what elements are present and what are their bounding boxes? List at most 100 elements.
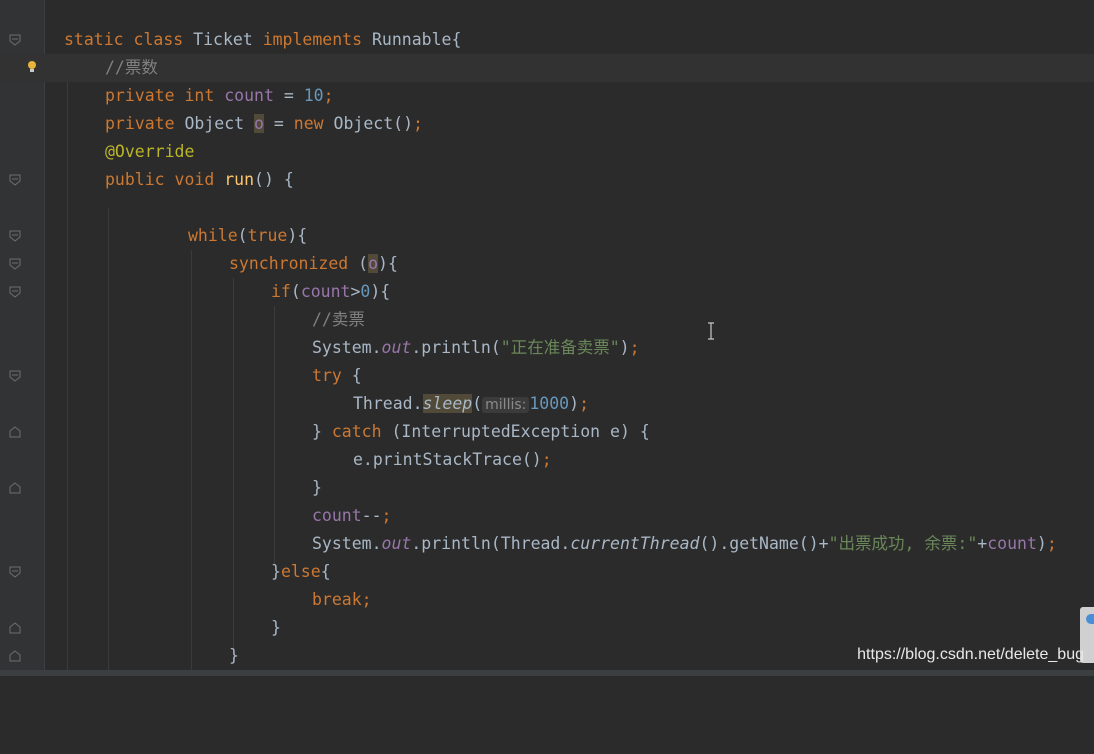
- keyword: else: [280, 562, 321, 581]
- code-line[interactable]: public void run() {: [0, 166, 1094, 194]
- comment: //票数: [105, 58, 158, 77]
- code-line[interactable]: try {: [0, 362, 1094, 390]
- punctuation: (: [237, 226, 248, 245]
- operator: >: [350, 282, 361, 301]
- code-line[interactable]: private int count = 10;: [0, 82, 1094, 110]
- fold-expand-icon[interactable]: [9, 622, 21, 634]
- punctuation: {: [320, 562, 331, 581]
- code-line[interactable]: synchronized (o){: [0, 250, 1094, 278]
- punctuation: }: [271, 562, 281, 581]
- keyword: static class: [64, 30, 194, 49]
- method-call: e.printStackTrace(): [353, 450, 542, 469]
- method-call: ().getName()+: [699, 534, 829, 553]
- field-name: count: [987, 534, 1037, 553]
- punctuation: ): [569, 394, 580, 413]
- constructor-call: Object(): [333, 114, 414, 133]
- method-name: run: [224, 170, 255, 189]
- closing-brace: }: [271, 618, 281, 637]
- keyword: break: [312, 590, 362, 609]
- comment: //卖票: [312, 310, 365, 329]
- keyword: true: [247, 226, 288, 245]
- semicolon: ;: [629, 338, 640, 357]
- code-line[interactable]: @Override: [0, 138, 1094, 166]
- operator: --: [361, 506, 382, 525]
- keyword: private: [105, 114, 185, 133]
- fold-collapse-icon[interactable]: [9, 370, 21, 382]
- fold-collapse-icon[interactable]: [9, 258, 21, 270]
- operator: +: [977, 534, 988, 553]
- field-name: count: [312, 506, 362, 525]
- punctuation: ): [619, 338, 630, 357]
- bottom-scrollbar[interactable]: [0, 670, 1094, 676]
- class-ref: System.: [312, 338, 382, 357]
- punctuation: (: [472, 394, 483, 413]
- operator: =: [263, 114, 294, 133]
- closing-brace: }: [229, 646, 239, 665]
- semicolon: ;: [413, 114, 423, 133]
- code-line[interactable]: //卖票: [0, 306, 1094, 334]
- fold-expand-icon[interactable]: [9, 482, 21, 494]
- code-line-current[interactable]: //票数: [0, 54, 1094, 82]
- code-line[interactable]: while(true){: [0, 222, 1094, 250]
- punctuation: () {: [254, 170, 294, 189]
- operator: =: [273, 86, 304, 105]
- code-line[interactable]: e.printStackTrace();: [0, 446, 1094, 474]
- punctuation: ): [1036, 534, 1047, 553]
- punctuation: }: [312, 422, 332, 441]
- semicolon: ;: [361, 590, 372, 609]
- keyword: try: [312, 366, 342, 385]
- class-name: Ticket: [193, 30, 263, 49]
- string-literal: "出票成功, 余票:": [828, 534, 978, 553]
- method-call: .println(: [411, 338, 501, 357]
- string-literal: "正在准备卖票": [500, 338, 620, 357]
- code-line[interactable]: break;: [0, 586, 1094, 614]
- fold-collapse-icon[interactable]: [9, 174, 21, 186]
- punctuation: ){: [287, 226, 308, 245]
- fold-expand-icon[interactable]: [9, 426, 21, 438]
- punctuation: ){: [378, 254, 398, 273]
- code-line[interactable]: } catch (InterruptedException e) {: [0, 418, 1094, 446]
- class-ref: System.: [312, 534, 382, 553]
- code-line-empty[interactable]: [0, 194, 1094, 222]
- lightbulb-icon[interactable]: [27, 60, 37, 74]
- punctuation: {: [341, 366, 362, 385]
- code-editor[interactable]: static class Ticket implements Runnable{…: [0, 0, 1094, 676]
- code-area[interactable]: static class Ticket implements Runnable{…: [0, 26, 1094, 670]
- field-name: count: [300, 282, 351, 301]
- punctuation: (: [348, 254, 369, 273]
- code-line[interactable]: static class Ticket implements Runnable{: [0, 26, 1094, 54]
- closing-brace: }: [312, 478, 322, 497]
- fold-collapse-icon[interactable]: [9, 286, 21, 298]
- keyword: private int: [105, 86, 225, 105]
- code-line[interactable]: if(count>0){: [0, 278, 1094, 306]
- catch-params: (InterruptedException e) {: [381, 422, 650, 441]
- highlighted-method: sleep: [422, 394, 473, 413]
- code-line[interactable]: }: [0, 614, 1094, 642]
- number-literal: 1000: [529, 394, 570, 413]
- punctuation: (: [290, 282, 301, 301]
- keyword: while: [188, 226, 238, 245]
- code-line[interactable]: }else{: [0, 558, 1094, 586]
- fold-collapse-icon[interactable]: [9, 230, 21, 242]
- highlighted-variable: o: [254, 114, 264, 133]
- code-line[interactable]: private Object o = new Object();: [0, 110, 1094, 138]
- notification-icon[interactable]: [1086, 614, 1094, 624]
- highlighted-variable: o: [368, 254, 379, 273]
- code-line[interactable]: Thread.sleep(millis: 1000);: [0, 390, 1094, 418]
- code-line[interactable]: count--;: [0, 502, 1094, 530]
- keyword: implements: [262, 30, 372, 49]
- semicolon: ;: [323, 86, 334, 105]
- static-field: out: [381, 534, 412, 553]
- semicolon: ;: [1046, 534, 1057, 553]
- interface-name: Runnable{: [371, 30, 462, 49]
- number-literal: 0: [360, 282, 371, 301]
- keyword: catch: [331, 422, 382, 441]
- fold-collapse-icon[interactable]: [9, 566, 21, 578]
- class-ref: Thread.: [353, 394, 423, 413]
- code-line[interactable]: }: [0, 474, 1094, 502]
- code-line[interactable]: System.out.println("正在准备卖票");: [0, 334, 1094, 362]
- static-field: out: [381, 338, 412, 357]
- fold-expand-icon[interactable]: [9, 650, 21, 662]
- code-line[interactable]: System.out.println(Thread.currentThread(…: [0, 530, 1094, 558]
- fold-collapse-icon[interactable]: [9, 34, 21, 46]
